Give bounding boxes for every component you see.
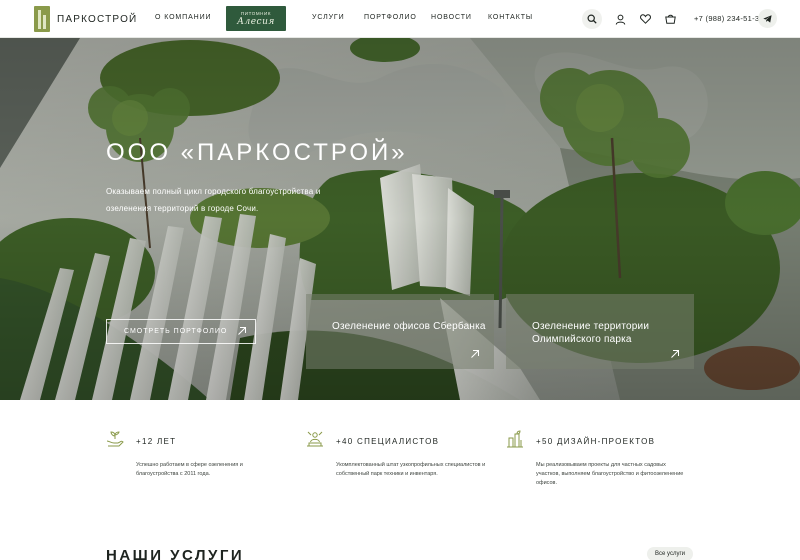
partner-logo-alesia[interactable]: ПИТОМНИК Алесия [226,6,286,31]
arrow-up-right-icon [238,327,246,335]
phone-link[interactable]: +7 (988) 234-51-34 [694,14,764,23]
bag-icon [664,14,676,24]
cart-button[interactable] [661,10,679,28]
feature-title: +40 СПЕЦИАЛИСТОВ [336,437,440,446]
case-card-title: Озеленение офисов Сбербанка [332,321,486,332]
case-card-olympic-park[interactable]: Озеленение территории Олимпийского парка [506,294,694,369]
favorites-button[interactable] [636,10,654,28]
features-section: +12 ЛЕТ Успешно работаем в сфере озелене… [0,400,800,560]
arrow-up-right-icon [471,350,479,358]
nav-contacts[interactable]: КОНТАКТЫ [488,14,533,21]
feature-title: +12 ЛЕТ [136,437,177,446]
all-services-button[interactable]: Все услуги [647,547,693,560]
logo-text: ПАРКОСТРОЙ [57,13,138,25]
feature-text: Укомплектованный штат узкопрофильных спе… [336,462,486,477]
hero-section: ООО «ПАРКОСТРОЙ» Оказываем полный цикл г… [0,38,800,400]
feature-text: Мы реализовываем проекты для частных сад… [536,462,684,486]
team-tools-icon [307,431,323,447]
case-card-sberbank[interactable]: Озеленение офисов Сбербанка [306,294,494,369]
logo[interactable]: ПАРКОСТРОЙ [34,6,137,32]
view-portfolio-button[interactable]: СМОТРЕТЬ ПОРТФОЛИО [106,319,256,344]
account-button[interactable] [611,10,629,28]
nav-services[interactable]: УСЛУГИ [312,14,345,21]
feature-text: Успешно работаем в сфере озеленения и бл… [136,462,243,477]
search-icon [587,14,597,24]
heart-icon [639,14,651,24]
site-header: ПАРКОСТРОЙ О КОМПАНИИ ПИТОМНИК Алесия УС… [0,0,800,38]
nav-portfolio[interactable]: ПОРТФОЛИО [364,14,417,21]
nav-about[interactable]: О КОМПАНИИ [155,14,211,21]
view-portfolio-label: СМОТРЕТЬ ПОРТФОЛИО [124,328,228,335]
partner-logo-name: Алесия [237,16,275,27]
telegram-icon [763,14,772,23]
hero-title: ООО «ПАРКОСТРОЙ» [106,139,408,166]
search-button[interactable] [582,9,602,29]
services-title: НАШИ УСЛУГИ [106,547,245,560]
hands-plant-icon [106,431,124,447]
user-icon [615,14,625,25]
nav-news[interactable]: НОВОСТИ [431,14,472,21]
arrow-up-right-icon [671,350,679,358]
case-card-title: Озеленение территории Олимпийского парка [532,321,650,345]
garden-design-icon [507,430,523,448]
feature-title: +50 ДИЗАЙН-ПРОЕКТОВ [536,437,656,446]
hero-subtitle: Оказываем полный цикл городского благоус… [106,187,321,213]
logo-icon [34,6,50,32]
telegram-button[interactable] [758,9,777,28]
